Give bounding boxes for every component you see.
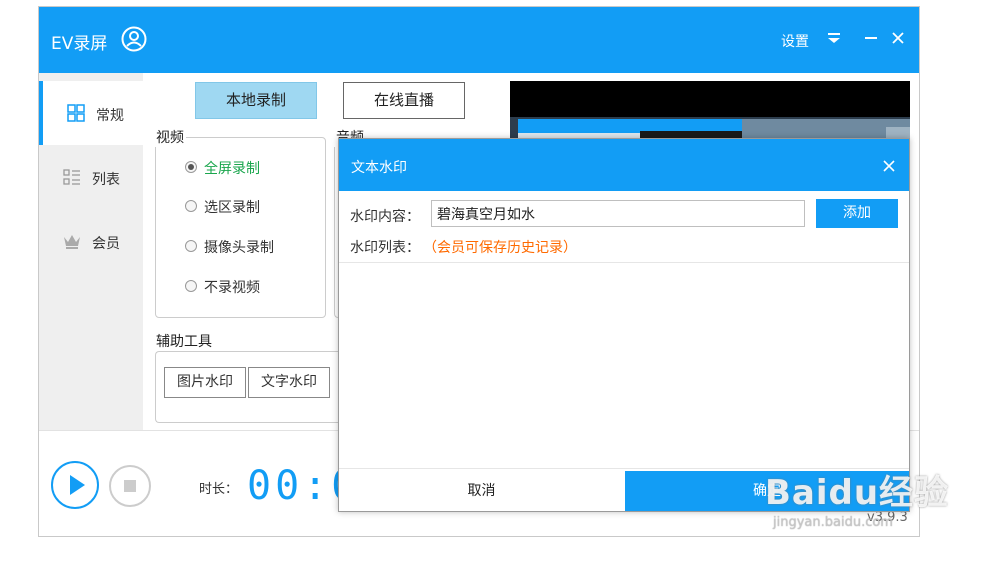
list-icon [63, 169, 80, 185]
play-icon [70, 475, 85, 495]
user-icon[interactable] [121, 26, 147, 52]
tab-live-stream[interactable]: 在线直播 [343, 82, 465, 119]
radio-icon [185, 240, 197, 252]
tools-group-title: 辅助工具 [154, 331, 214, 351]
text-watermark-button[interactable]: 文字水印 [248, 367, 330, 398]
stop-icon [124, 480, 136, 492]
app-title: EV录屏 [51, 34, 108, 54]
cancel-button[interactable]: 取消 [339, 471, 624, 511]
close-icon[interactable] [883, 160, 895, 172]
radio-icon [185, 200, 197, 212]
add-button[interactable]: 添加 [816, 199, 898, 228]
radio-region[interactable]: 选区录制 [185, 197, 325, 217]
watermark-url: jingyan.baidu.com [773, 515, 893, 530]
radio-icon [185, 280, 197, 292]
sidebar-item-label: 列表 [92, 172, 120, 188]
sidebar-item-label: 常规 [96, 108, 124, 124]
sidebar-item-label: 会员 [92, 236, 120, 252]
crown-icon [64, 235, 80, 249]
radio-no-video[interactable]: 不录视频 [185, 277, 325, 297]
record-start-button[interactable] [51, 461, 99, 509]
watermark-content-input[interactable] [431, 200, 805, 227]
dialog-header: 文本水印 [339, 139, 909, 191]
sidebar-item-member[interactable]: 会员 [39, 209, 143, 273]
sidebar: 常规 列表 会员 [39, 73, 143, 430]
minimize-icon[interactable] [864, 31, 878, 45]
close-icon[interactable] [891, 31, 905, 45]
site-watermark: Baidu经验 jingyan.baidu.com [765, 455, 955, 545]
sidebar-item-general[interactable]: 常规 [39, 81, 143, 145]
sidebar-item-list[interactable]: 列表 [39, 145, 143, 209]
tab-local-record[interactable]: 本地录制 [195, 82, 317, 119]
title-bar: EV录屏 设置 [39, 7, 919, 73]
radio-fullscreen[interactable]: 全屏录制 [185, 158, 325, 178]
video-group-title: 视频 [154, 127, 186, 147]
dropdown-menu-icon[interactable] [827, 31, 841, 45]
grid-icon [67, 104, 85, 122]
duration-label: 时长： [199, 482, 239, 497]
radio-checked-icon [185, 161, 197, 173]
dialog-title: 文本水印 [351, 160, 407, 176]
radio-camera[interactable]: 摄像头录制 [185, 237, 325, 257]
image-watermark-button[interactable]: 图片水印 [164, 367, 246, 398]
record-stop-button[interactable] [109, 465, 151, 507]
watermark-content-label: 水印内容： [350, 209, 420, 225]
watermark-list-label: 水印列表： [350, 240, 420, 256]
member-note: （会员可保存历史记录） [423, 240, 577, 256]
settings-button[interactable]: 设置 [781, 31, 809, 51]
watermark-logo: Baidu经验 [765, 473, 950, 513]
watermark-list[interactable] [339, 262, 909, 469]
